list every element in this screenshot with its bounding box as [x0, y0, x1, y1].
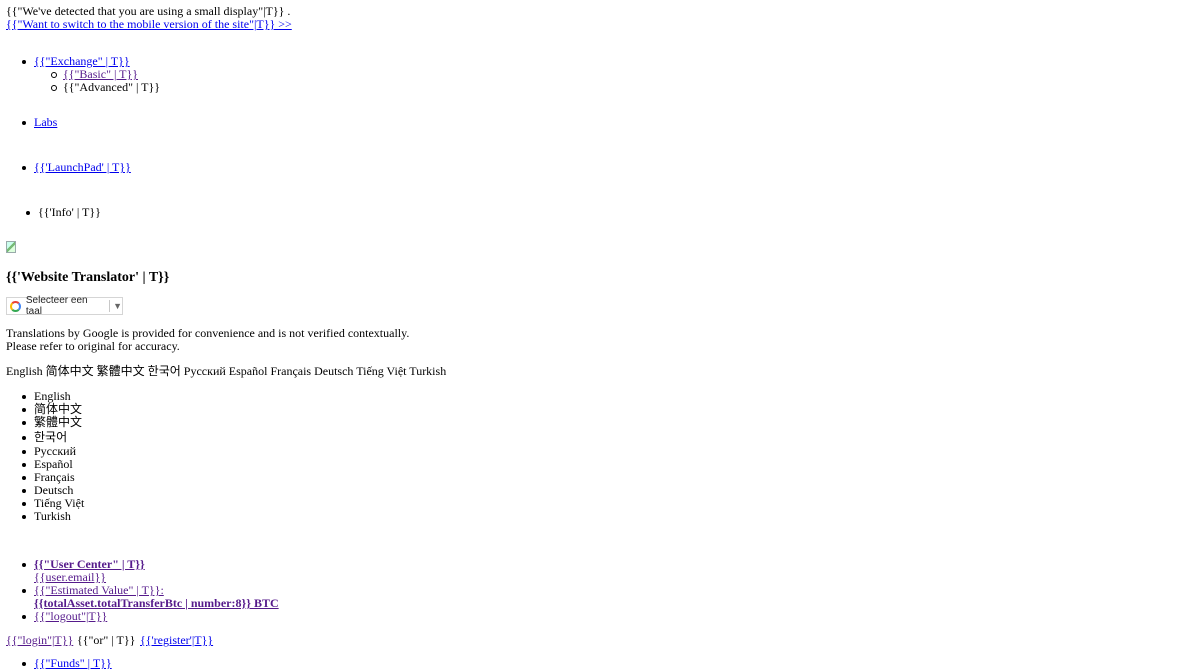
- funds-link[interactable]: {{"Funds" | T}}: [34, 656, 112, 670]
- language-item[interactable]: Turkish: [22, 510, 71, 523]
- labs-link[interactable]: Labs: [34, 115, 57, 129]
- language-select-label: Selecteer een taal: [25, 295, 88, 317]
- mobile-version-link[interactable]: {{"Want to switch to the mobile version …: [6, 18, 292, 31]
- basic-link[interactable]: {{"Basic" | T}}: [63, 67, 138, 81]
- nav-subitem-advanced: {{"Advanced" | T}}: [51, 80, 160, 94]
- info-label: {{'Info' | T}}: [38, 205, 101, 219]
- or-label: {{"or" | T}}: [77, 633, 136, 647]
- inline-language-list: English 简体中文 繁體中文 한국어 Русский Español Fr…: [6, 364, 447, 378]
- nav-item-info: {{'Info' | T}}: [26, 205, 101, 219]
- exchange-link[interactable]: {{"Exchange" | T}}: [34, 54, 130, 68]
- login-link[interactable]: {{"login"|T}}: [6, 634, 73, 647]
- logout-link[interactable]: {{"logout"|T}}: [34, 609, 107, 623]
- translator-heading: {{'Website Translator' | T}}: [6, 270, 170, 285]
- user-center-link[interactable]: {{"User Center" | T}}: [34, 557, 145, 571]
- select-divider: [109, 300, 111, 312]
- advanced-label: {{"Advanced" | T}}: [63, 80, 160, 94]
- dropdown-arrow-icon: ▼: [113, 301, 122, 311]
- nav-item-labs: Labs: [21, 115, 57, 129]
- broken-image-icon: [6, 241, 16, 253]
- estimated-value-link[interactable]: {{"Estimated Value" | T}}:: [34, 583, 164, 597]
- logout-item: {{"logout"|T}}: [21, 609, 107, 623]
- google-g-icon: [10, 300, 21, 312]
- register-link[interactable]: {{'register'|T}}: [140, 634, 213, 647]
- language-select[interactable]: Selecteer een taal ▼: [6, 295, 123, 317]
- language-item[interactable]: 한국어: [21, 431, 67, 444]
- nav-item-launchpad: {{'LaunchPad' | T}}: [22, 160, 131, 174]
- language-item[interactable]: 繁體中文: [21, 416, 82, 429]
- translation-disclaimer-line2: Please refer to original for accuracy.: [6, 339, 180, 353]
- launchpad-link[interactable]: {{'LaunchPad' | T}}: [34, 160, 131, 174]
